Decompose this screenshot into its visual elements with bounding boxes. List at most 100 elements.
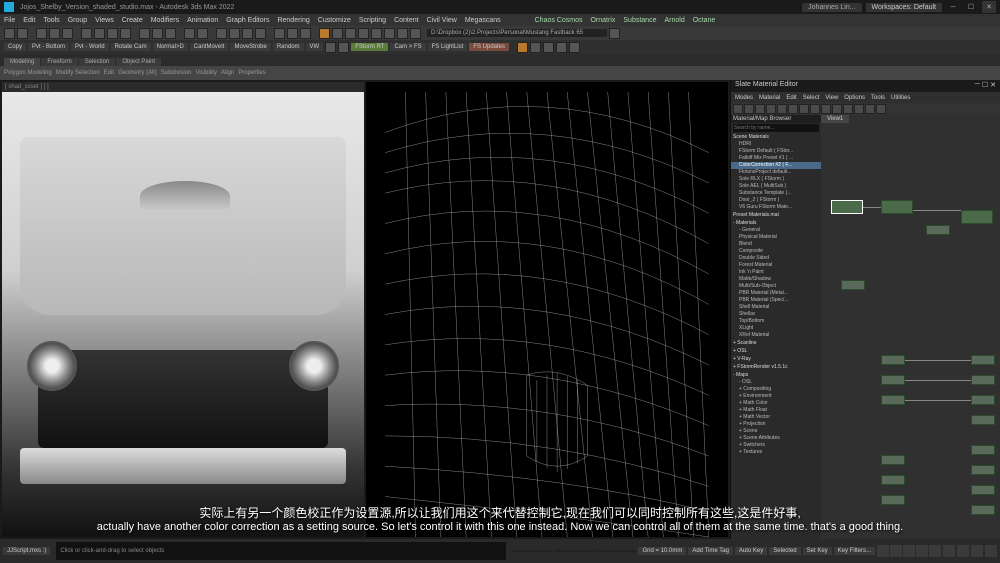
tb-link[interactable] — [36, 28, 47, 39]
tb-x6[interactable] — [397, 28, 408, 39]
st-5[interactable] — [777, 104, 787, 114]
scn4[interactable]: FlotonsProject default... — [731, 169, 821, 176]
rp-props[interactable]: Properties — [238, 70, 265, 76]
m8[interactable]: Multi/Sub-Object — [731, 283, 821, 290]
sb-o1[interactable] — [517, 42, 528, 53]
m7[interactable]: Matte/Shadow — [731, 276, 821, 283]
sb-random[interactable]: Random — [273, 43, 304, 51]
preset-head[interactable]: Preset Materials.mat — [731, 211, 821, 219]
menu-octane[interactable]: Octane — [693, 17, 716, 24]
rp-modsel[interactable]: Modify Selection — [56, 70, 100, 76]
ribbon-selection[interactable]: Selection — [79, 58, 116, 66]
minimize-icon[interactable]: ─ — [946, 1, 960, 13]
viewport-render[interactable]: [ shad_ssset ] [ ] samples 109/50000, ti… — [2, 82, 364, 537]
ribbon-freeform[interactable]: Freeform — [41, 58, 77, 66]
tb-unlink[interactable] — [49, 28, 60, 39]
menu-arnold[interactable]: Arnold — [664, 17, 684, 24]
menu-megascans[interactable]: Megascans — [465, 17, 501, 24]
m5[interactable]: Forest Material — [731, 262, 821, 269]
tl-next[interactable] — [916, 545, 928, 557]
sm-modes[interactable]: Modes — [735, 95, 753, 101]
viewport-wireframe[interactable] — [366, 82, 728, 537]
menu-edit[interactable]: Edit — [23, 17, 35, 24]
sm-select[interactable]: Select — [803, 95, 820, 101]
menu-cosmos[interactable]: Chaos Cosmos — [535, 17, 583, 24]
st-9[interactable] — [821, 104, 831, 114]
st-6[interactable] — [788, 104, 798, 114]
scn8[interactable]: Door_2 ( FStorm ) — [731, 197, 821, 204]
st-11[interactable] — [843, 104, 853, 114]
st-12[interactable] — [854, 104, 864, 114]
st-8[interactable] — [810, 104, 820, 114]
sm-utilities[interactable]: Utilities — [891, 95, 910, 101]
scn6[interactable]: Sole AEL ( MultiSub ) — [731, 183, 821, 190]
st-1[interactable] — [733, 104, 743, 114]
rp-geo[interactable]: Geometry (All) — [118, 70, 157, 76]
menu-views[interactable]: Views — [95, 17, 114, 24]
tl-prev[interactable] — [890, 545, 902, 557]
ribbon-modeling[interactable]: Modeling — [4, 58, 40, 66]
node-a[interactable] — [881, 200, 913, 214]
sm-edit[interactable]: Edit — [786, 95, 796, 101]
node-i[interactable] — [971, 375, 995, 385]
nav-max[interactable] — [985, 545, 997, 557]
node-h[interactable] — [971, 355, 995, 365]
maximize-icon[interactable]: ☐ — [964, 1, 978, 13]
nav-orbit[interactable] — [971, 545, 983, 557]
mp2[interactable]: + Math Color — [731, 400, 821, 407]
node-g[interactable] — [881, 395, 905, 405]
scn9[interactable]: V6 Guru FStorm Mate... — [731, 204, 821, 211]
node-j[interactable] — [971, 395, 995, 405]
sb-vw[interactable]: VW — [306, 43, 324, 51]
sb-fstorm-rt[interactable]: FStorm RT — [351, 43, 388, 51]
close-icon[interactable]: ✕ — [982, 1, 996, 13]
tb-move[interactable] — [94, 28, 105, 39]
maps-osl[interactable]: - OSL — [731, 379, 821, 386]
slate-max-icon[interactable]: ☐ — [982, 81, 988, 91]
m3[interactable]: Composite — [731, 248, 821, 255]
node-q[interactable] — [971, 485, 995, 495]
tb-scale[interactable] — [120, 28, 131, 39]
node-d[interactable] — [841, 280, 865, 290]
st-10[interactable] — [832, 104, 842, 114]
menu-tools[interactable]: Tools — [43, 17, 59, 24]
selected-mode[interactable]: Selected — [769, 547, 800, 555]
rp-poly[interactable]: Polygon Modeling — [4, 70, 52, 76]
m10[interactable]: PBR Material (Spec/... — [731, 297, 821, 304]
sb-rotate-cam[interactable]: Rotate Cam — [111, 43, 151, 51]
tb-x1[interactable] — [332, 28, 343, 39]
node-graph[interactable]: View1 — [821, 115, 1000, 539]
time-tag[interactable]: Add Time Tag — [688, 547, 733, 555]
menu-modifiers[interactable]: Modifiers — [151, 17, 179, 24]
m4[interactable]: Double Sided — [731, 255, 821, 262]
m11[interactable]: Shell Material — [731, 304, 821, 311]
nav-pan[interactable] — [957, 545, 969, 557]
rp-edit[interactable]: Edit — [104, 70, 114, 76]
tb-x4[interactable] — [371, 28, 382, 39]
sb-pvt-world[interactable]: Pvt - World — [71, 43, 109, 51]
node-b[interactable] — [926, 225, 950, 235]
st-7[interactable] — [799, 104, 809, 114]
script-chip[interactable]: JJScript.mxs :) — [3, 547, 50, 555]
sm-options[interactable]: Options — [844, 95, 865, 101]
tb-mirror[interactable] — [184, 28, 195, 39]
tb-fstorm[interactable] — [319, 28, 330, 39]
tb-render-frame[interactable] — [287, 28, 298, 39]
menu-substance[interactable]: Substance — [623, 17, 656, 24]
menu-civilview[interactable]: Civil View — [427, 17, 457, 24]
mp4[interactable]: + Math Vector — [731, 414, 821, 421]
vray-head[interactable]: + V-Ray — [731, 355, 821, 363]
tb-select[interactable] — [81, 28, 92, 39]
sb-fsupdates[interactable]: FS Updates — [469, 43, 509, 51]
materials-head[interactable]: - Materials — [731, 219, 821, 227]
tb-align[interactable] — [197, 28, 208, 39]
mp9[interactable]: + Textures — [731, 449, 821, 456]
tb-percent-snap[interactable] — [165, 28, 176, 39]
sb-copy[interactable]: Copy — [4, 43, 26, 51]
m9[interactable]: PBR Material (Metal... — [731, 290, 821, 297]
tb-x3[interactable] — [358, 28, 369, 39]
tb-snap[interactable] — [139, 28, 150, 39]
node-c[interactable] — [961, 210, 993, 224]
tb-schematic[interactable] — [242, 28, 253, 39]
fstorm-head[interactable]: + FStormRender v1.5.1c — [731, 363, 821, 371]
